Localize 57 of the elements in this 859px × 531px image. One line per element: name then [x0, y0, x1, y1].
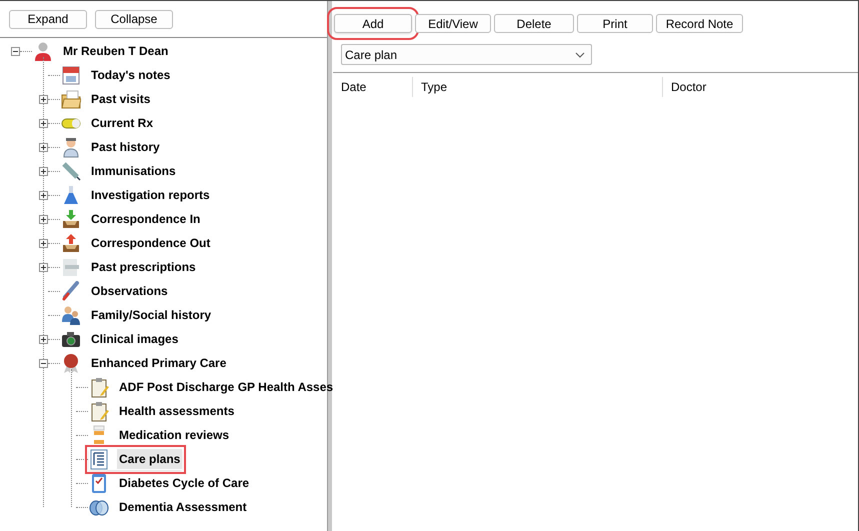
syringe-icon — [61, 160, 81, 182]
collapse-icon[interactable] — [11, 46, 20, 56]
inbox-icon — [61, 208, 81, 230]
expand-icon[interactable] — [39, 238, 48, 248]
clipboard-icon — [89, 400, 109, 422]
expand-icon[interactable] — [39, 334, 48, 344]
toolbar-button[interactable]: Collapse — [95, 10, 173, 28]
expand-icon[interactable] — [39, 190, 48, 200]
toolbar-button[interactable]: Edit/View — [415, 14, 491, 33]
expand-icon[interactable] — [39, 118, 48, 128]
family-icon — [61, 304, 81, 326]
toolbar-button[interactable]: Delete — [494, 14, 574, 33]
tree-item[interactable]: Immunisations — [89, 161, 178, 181]
tree-item[interactable]: Health assessments — [117, 401, 236, 421]
tree-item[interactable]: Past visits — [89, 89, 152, 109]
column-header[interactable]: Doctor — [671, 78, 706, 96]
tree-item[interactable]: Medication reviews — [117, 425, 232, 445]
expand-icon[interactable] — [39, 142, 48, 152]
tree-item[interactable]: Enhanced Primary Care — [89, 353, 228, 373]
ribbon-icon — [61, 352, 81, 374]
toolbar-button[interactable]: Expand — [9, 10, 87, 28]
type-dropdown[interactable]: Care plan — [341, 44, 592, 65]
chevron-down-icon — [575, 52, 585, 58]
tree-item[interactable]: Care plans — [117, 449, 182, 469]
tree-item[interactable]: Past history — [89, 137, 162, 157]
thermometer-icon — [61, 280, 81, 302]
tree-item[interactable]: Mr Reuben T Dean — [61, 41, 170, 61]
calendar-icon — [61, 64, 81, 86]
toolbar-button[interactable]: Record Note — [656, 14, 743, 33]
plan-icon — [89, 448, 109, 470]
tree-item[interactable]: Correspondence Out — [89, 233, 212, 253]
expand-icon[interactable] — [39, 262, 48, 272]
tree-item[interactable]: Today's notes — [89, 65, 172, 85]
checklist-icon — [89, 472, 109, 494]
tree-item[interactable]: Diabetes Cycle of Care — [117, 473, 252, 493]
column-header[interactable]: Type — [421, 78, 448, 96]
tree-item[interactable]: ADF Post Discharge GP Health Asses — [117, 377, 336, 397]
expand-icon[interactable] — [39, 214, 48, 224]
tree-item[interactable]: Correspondence In — [89, 209, 202, 229]
tree-item[interactable]: Observations — [89, 281, 170, 301]
doctor-icon — [61, 136, 81, 158]
column-header[interactable]: Date — [341, 78, 366, 96]
tree-item[interactable]: Investigation reports — [89, 185, 212, 205]
expand-icon[interactable] — [39, 94, 48, 104]
patient-icon — [33, 40, 53, 62]
tree-item[interactable]: Clinical images — [89, 329, 180, 349]
expand-icon[interactable] — [39, 166, 48, 176]
collapse-icon[interactable] — [39, 358, 48, 368]
toolbar-button[interactable]: Print — [577, 14, 653, 33]
flask-icon — [61, 184, 81, 206]
outbox-icon — [61, 232, 81, 254]
tree-item[interactable]: Dementia Assessment — [117, 497, 249, 517]
folder-icon — [61, 88, 81, 110]
tree-item[interactable]: Current Rx — [89, 113, 156, 133]
tree-item[interactable]: Past prescriptions — [89, 257, 198, 277]
tree-item[interactable]: Family/Social history — [89, 305, 214, 325]
clipboard-icon — [89, 376, 109, 398]
